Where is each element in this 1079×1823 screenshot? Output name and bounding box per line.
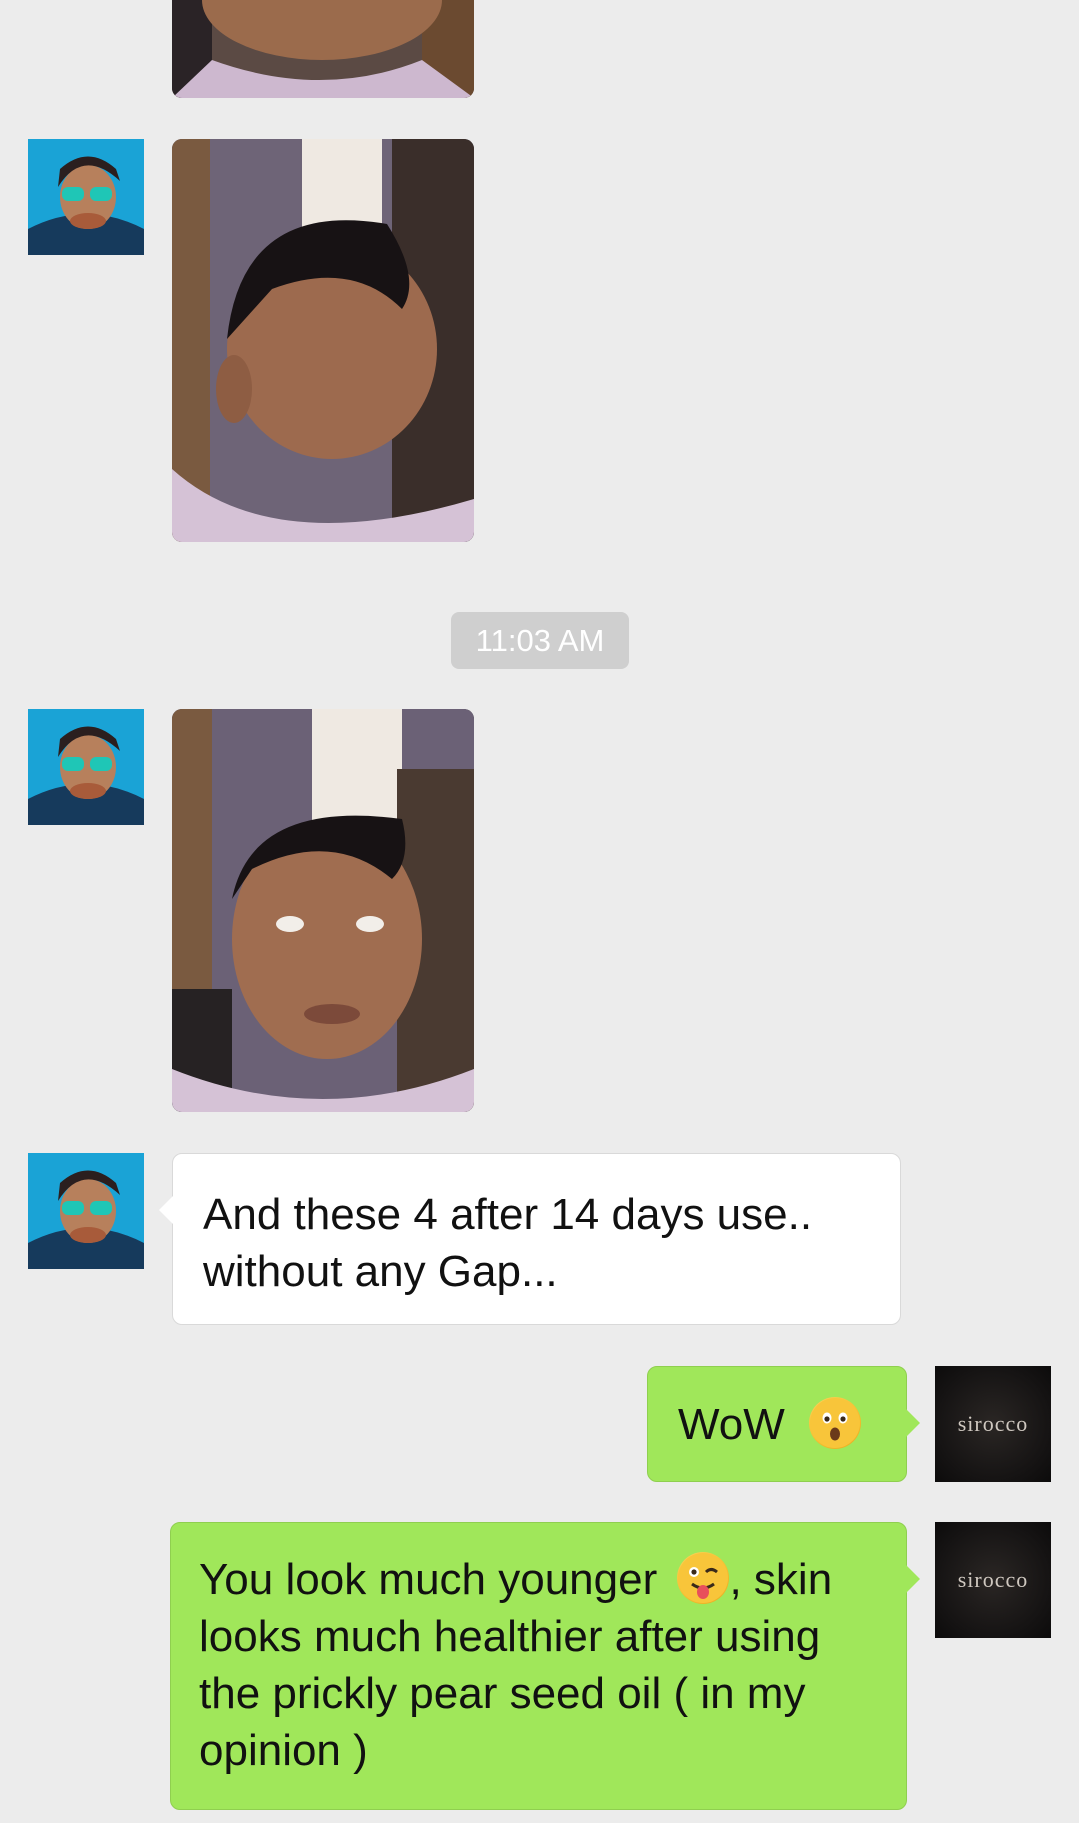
message-text: You look much younger <box>199 1555 658 1604</box>
winking-tongue-face-emoji-icon <box>677 1552 730 1605</box>
self-avatar[interactable]: sirocco <box>935 1366 1051 1482</box>
message-line: And these 4 after 14 days use.. <box>203 1190 813 1239</box>
photo-message[interactable] <box>172 0 474 98</box>
bubble-tail <box>906 1565 920 1593</box>
photo-message[interactable] <box>172 139 474 542</box>
timestamp-text: 11:03 AM <box>475 623 605 658</box>
contact-avatar[interactable] <box>28 139 144 255</box>
avatar-label: sirocco <box>957 1411 1029 1436</box>
contact-avatar[interactable] <box>28 709 144 825</box>
astonished-face-emoji-icon <box>808 1397 861 1450</box>
bubble-tail <box>159 1196 173 1224</box>
photo-message[interactable] <box>172 709 474 1112</box>
timestamp-chip: 11:03 AM <box>451 612 629 669</box>
avatar-label: sirocco <box>957 1567 1029 1592</box>
received-message-bubble[interactable]: And these 4 after 14 days use.. without … <box>159 1153 901 1325</box>
message-line: opinion ) <box>199 1726 368 1776</box>
contact-avatar[interactable] <box>28 1153 144 1269</box>
message-line: looks much healthier after using <box>199 1612 821 1662</box>
message-line: without any Gap... <box>203 1247 558 1296</box>
sent-message-bubble[interactable]: WoW <box>647 1366 920 1482</box>
bubble-tail <box>906 1409 920 1437</box>
sent-message-bubble[interactable]: You look much younger , skin looks much … <box>170 1522 920 1810</box>
message-line: the prickly pear seed oil ( in my <box>199 1669 806 1719</box>
message-line: You look much younger , skin <box>199 1551 878 1608</box>
self-avatar[interactable]: sirocco <box>935 1522 1051 1638</box>
message-text: WoW <box>678 1400 785 1449</box>
message-text: , skin <box>729 1555 833 1604</box>
